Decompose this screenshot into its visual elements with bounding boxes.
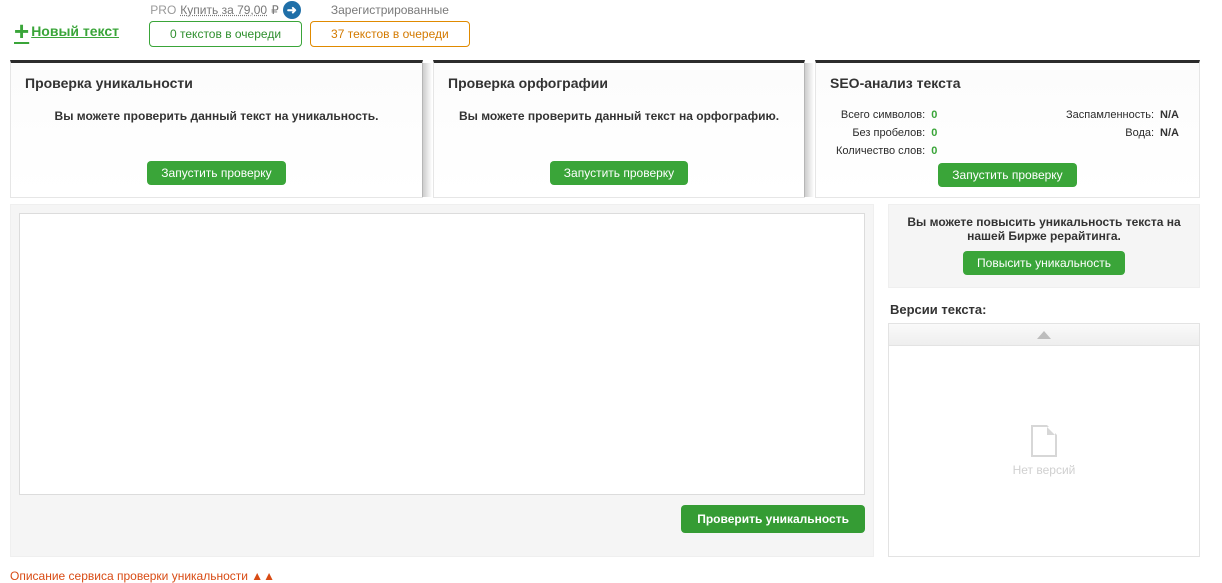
panel-spell-desc: Вы можете проверить данный текст на орфо… (448, 109, 790, 161)
seo-nospace-label: Без пробелов: (852, 127, 925, 139)
versions-box: Нет версий (888, 323, 1200, 557)
pro-head: PRO Купить за 79,00 ₽ ➜ (150, 1, 300, 19)
run-seo-button[interactable]: Запустить проверку (938, 163, 1076, 187)
seo-words-val: 0 (931, 145, 943, 157)
registered-head: Зарегистрированные (331, 1, 449, 19)
queue-own-badge[interactable]: 0 текстов в очереди (149, 21, 302, 47)
panel-uniq-title: Проверка уникальности (25, 75, 408, 91)
panels-row: Проверка уникальности Вы можете проверит… (0, 60, 1222, 198)
run-uniq-button[interactable]: Запустить проверку (147, 161, 285, 185)
seo-total-val: 0 (931, 109, 943, 121)
panel-seo-title: SEO-анализ текста (830, 75, 1185, 91)
queue-reg-badge[interactable]: 37 текстов в очереди (310, 21, 470, 47)
no-versions-label: Нет версий (1013, 463, 1076, 477)
seo-total-label: Всего символов: (841, 109, 925, 121)
pro-buy-link[interactable]: Купить за 79,00 (180, 3, 267, 17)
versions-title: Версии текста: (890, 302, 1200, 317)
versions-empty: Нет версий (889, 346, 1199, 556)
mid-row: Проверить уникальность Вы можете повысит… (0, 198, 1222, 557)
plus-icon: + (14, 21, 29, 41)
chevron-up-icon (1037, 331, 1051, 339)
pro-label: PRO (150, 3, 176, 17)
seo-spam-label: Заспамленность: (1066, 109, 1154, 121)
editor-area: Проверить уникальность (10, 204, 874, 557)
seo-col-right: Заспамленность: N/A Вода: N/A (1066, 109, 1179, 157)
right-sidebar: Вы можете повысить уникальность текста н… (888, 204, 1200, 557)
versions-scroll-up[interactable] (889, 324, 1199, 346)
panel-spell-title: Проверка орфографии (448, 75, 790, 91)
registered-label: Зарегистрированные (331, 3, 449, 17)
top-bar: + Новый текст PRO Купить за 79,00 ₽ ➜ 0 … (0, 0, 1222, 52)
queue-reg-group: Зарегистрированные 37 текстов в очереди (310, 1, 470, 47)
pro-arrow-icon[interactable]: ➜ (283, 1, 301, 19)
queue-own-group: PRO Купить за 79,00 ₽ ➜ 0 текстов в очер… (149, 1, 302, 47)
seo-spam-val: N/A (1160, 109, 1179, 121)
seo-water-label: Вода: (1125, 127, 1154, 139)
panel-spelling: Проверка орфографии Вы можете проверить … (433, 60, 805, 198)
seo-words-label: Количество слов: (836, 145, 925, 157)
new-text-button[interactable]: + Новый текст (14, 21, 119, 41)
seo-col-left: Всего символов: 0 Без пробелов: 0 Количе… (836, 109, 943, 157)
text-editor[interactable] (19, 213, 865, 495)
promo-button[interactable]: Повысить уникальность (963, 251, 1125, 275)
promo-box: Вы можете повысить уникальность текста н… (888, 204, 1200, 288)
panel-seo: SEO-анализ текста Всего символов: 0 Без … (815, 60, 1200, 198)
seo-water-val: N/A (1160, 127, 1179, 139)
editor-actions: Проверить уникальность (19, 495, 865, 533)
ruble-icon: ₽ (271, 3, 279, 17)
seo-nospace-val: 0 (931, 127, 943, 139)
panel-uniq-desc: Вы можете проверить данный текст на уник… (25, 109, 408, 161)
run-spell-button[interactable]: Запустить проверку (550, 161, 688, 185)
new-text-label: Новый текст (31, 23, 119, 39)
service-description-link[interactable]: Описание сервиса проверки уникальности ▲… (10, 569, 1222, 583)
check-uniqueness-button[interactable]: Проверить уникальность (681, 505, 865, 533)
file-icon (1031, 425, 1057, 457)
promo-text: Вы можете повысить уникальность текста н… (901, 215, 1187, 243)
panel-uniqueness: Проверка уникальности Вы можете проверит… (10, 60, 423, 198)
seo-grid: Всего символов: 0 Без пробелов: 0 Количе… (830, 109, 1185, 163)
